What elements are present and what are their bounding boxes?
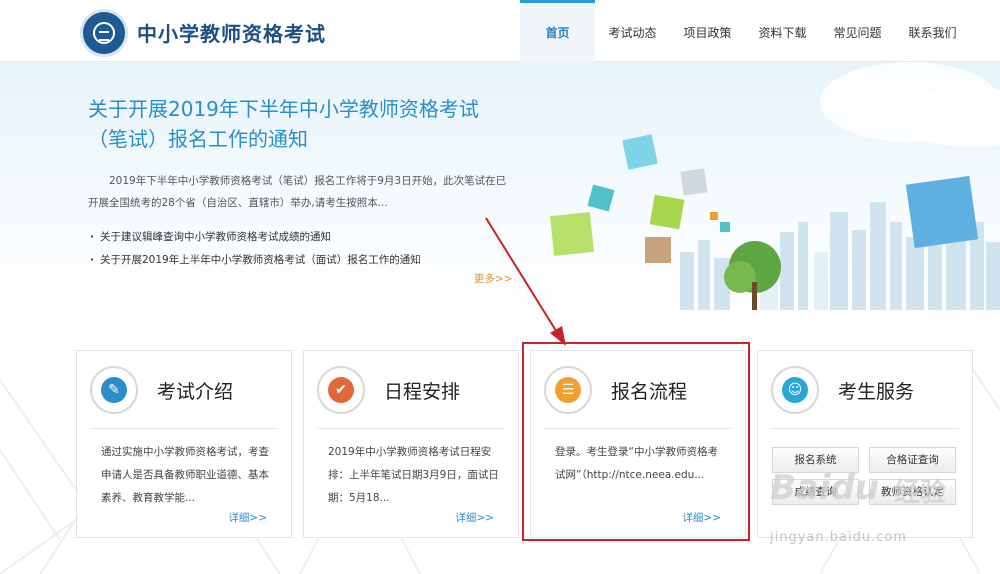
card-description: 通过实施中小学教师资格考试，考查申请人是否具备教师职业道德、基本素养、教育教学能… <box>101 446 269 504</box>
checkmark-icon: ✔ <box>317 366 365 414</box>
city-illustration <box>550 62 1000 310</box>
news-summary: 2019年下半年中小学教师资格考试（笔试）报名工作将于9月3日开始，此次笔试在已… <box>88 175 507 209</box>
site-header: 中小学教师资格考试 首页 考试动态 项目政策 资料下载 常见问题 联系我们 <box>0 0 1000 62</box>
news-link-1[interactable]: 关于建议辑峰查询中小学教师资格考试成绩的通知 <box>90 226 421 249</box>
nav-policy[interactable]: 项目政策 <box>670 0 745 62</box>
main-nav: 首页 考试动态 项目政策 资料下载 常见问题 联系我们 <box>520 0 970 62</box>
headline-news[interactable]: 关于开展2019年下半年中小学教师资格考试（笔试）报名工作的通知 <box>88 94 518 154</box>
card-exam-intro[interactable]: ✎ 考试介绍 通过实施中小学教师资格考试，考查申请人是否具备教师职业道德、基本素… <box>76 350 292 538</box>
baidu-watermark: Baidu 经验 jingyan.baidu.com <box>770 468 990 568</box>
site-title[interactable]: 中小学教师资格考试 <box>137 18 326 47</box>
nav-contact[interactable]: 联系我们 <box>895 0 970 62</box>
card-schedule[interactable]: ✔ 日程安排 2019年中小学教师资格考试日程安排：上半年笔试日期3月9日，面试… <box>303 350 519 538</box>
details-link[interactable]: 详细>> <box>228 510 267 525</box>
site-logo[interactable] <box>80 9 128 57</box>
nav-downloads[interactable]: 资料下载 <box>745 0 820 62</box>
watermark-url: jingyan.baidu.com <box>770 530 907 545</box>
card-title: 日程安排 <box>384 381 461 403</box>
contact-book-icon: ☺ <box>771 366 819 414</box>
details-link[interactable]: 详细>> <box>455 510 494 525</box>
nav-exam-news[interactable]: 考试动态 <box>595 0 670 62</box>
nav-faq[interactable]: 常见问题 <box>820 0 895 62</box>
news-link-2[interactable]: 关于开展2019年上半年中小学教师资格考试（面试）报名工作的通知 <box>90 249 421 272</box>
card-divider <box>90 428 278 429</box>
watermark-brand: Baidu <box>770 468 880 508</box>
nav-home[interactable]: 首页 <box>520 0 595 62</box>
card-divider <box>771 428 959 429</box>
watermark-product: 经验 <box>894 478 947 508</box>
news-list: 关于建议辑峰查询中小学教师资格考试成绩的通知 关于开展2019年上半年中小学教师… <box>90 226 421 272</box>
card-title: 考生服务 <box>838 381 915 403</box>
card-divider <box>317 428 505 429</box>
news-banner: 关于开展2019年下半年中小学教师资格考试（笔试）报名工作的通知 2019年下半… <box>0 62 1000 310</box>
document-edit-icon: ✎ <box>90 366 138 414</box>
card-description: 2019年中小学教师资格考试日程安排：上半年笔试日期3月9日，面试日期：5月18… <box>328 446 499 504</box>
more-news-link[interactable]: 更多>> <box>474 271 513 286</box>
card-title: 考试介绍 <box>157 381 234 403</box>
highlight-box <box>522 342 750 541</box>
